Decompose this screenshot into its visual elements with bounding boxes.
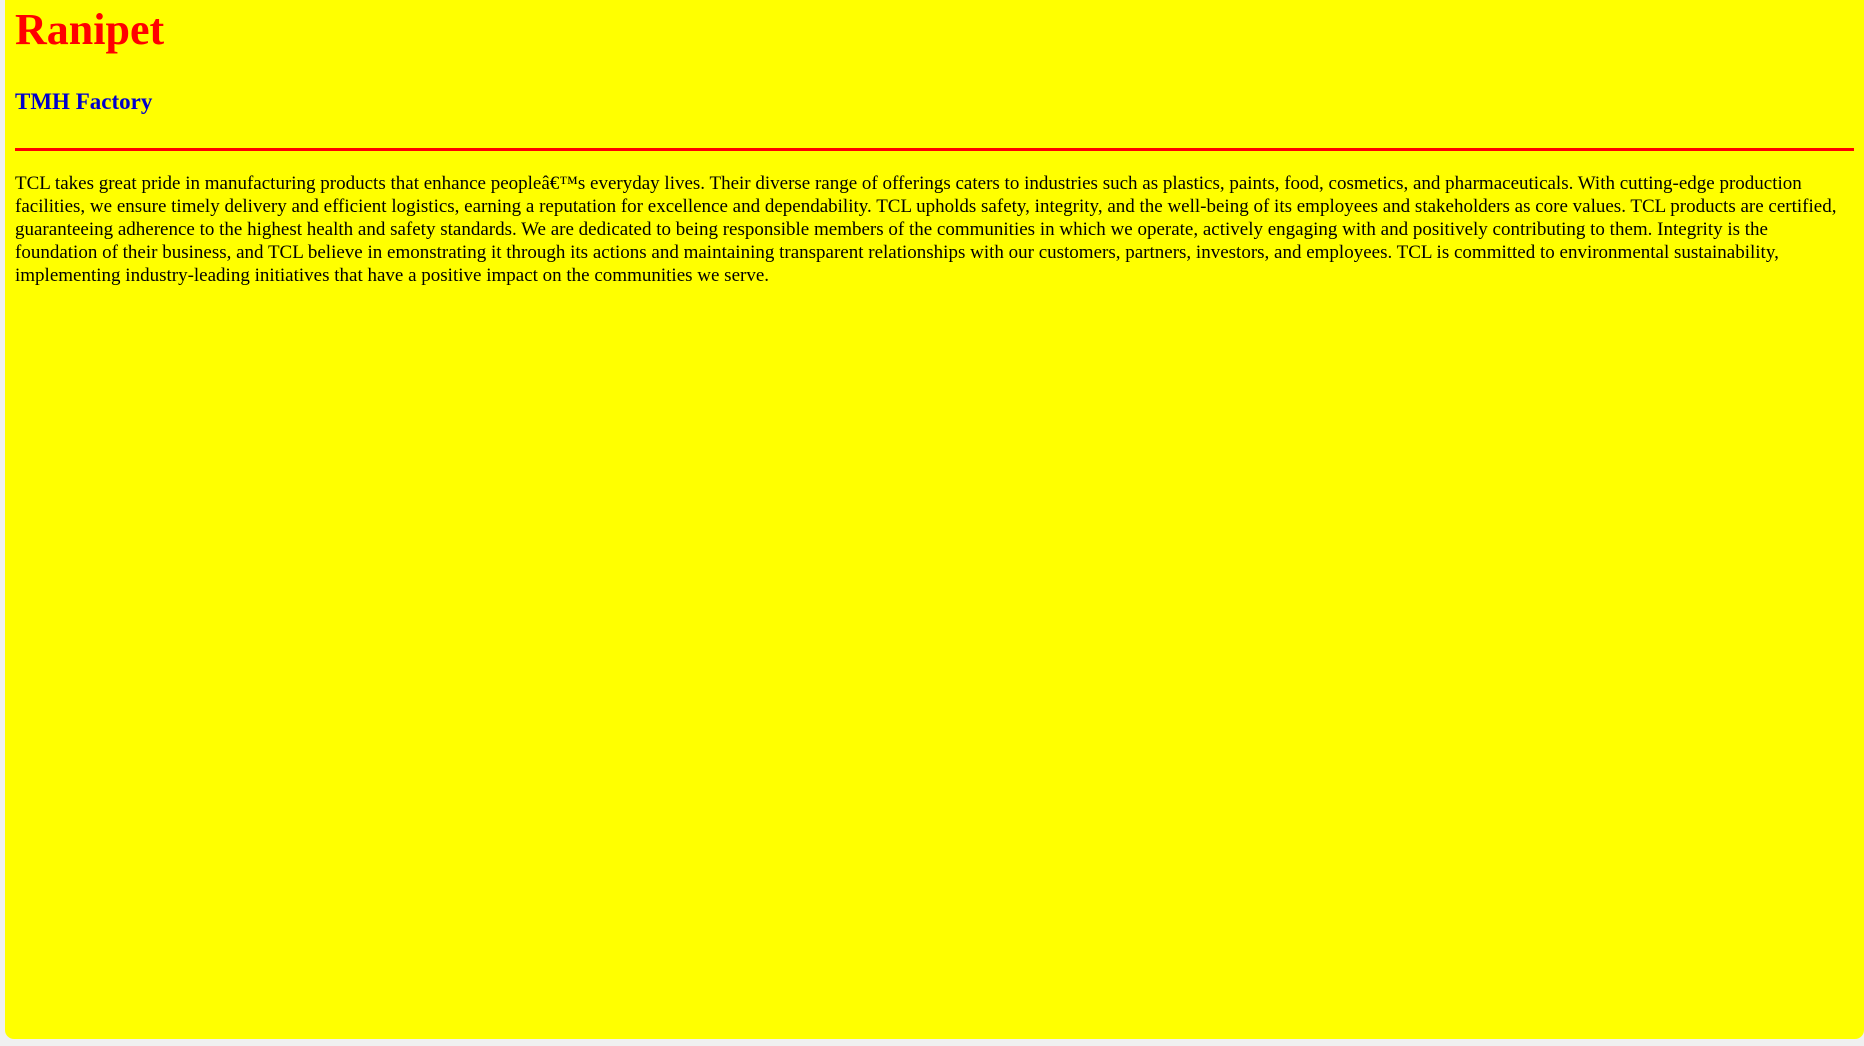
- content-panel: Ranipet TMH Factory TCL takes great prid…: [5, 0, 1864, 1039]
- page-title: Ranipet: [15, 5, 165, 54]
- description-paragraph: TCL takes great pride in manufacturing p…: [15, 173, 1837, 286]
- page-subtitle: TMH Factory: [15, 89, 153, 114]
- divider: [15, 148, 1854, 151]
